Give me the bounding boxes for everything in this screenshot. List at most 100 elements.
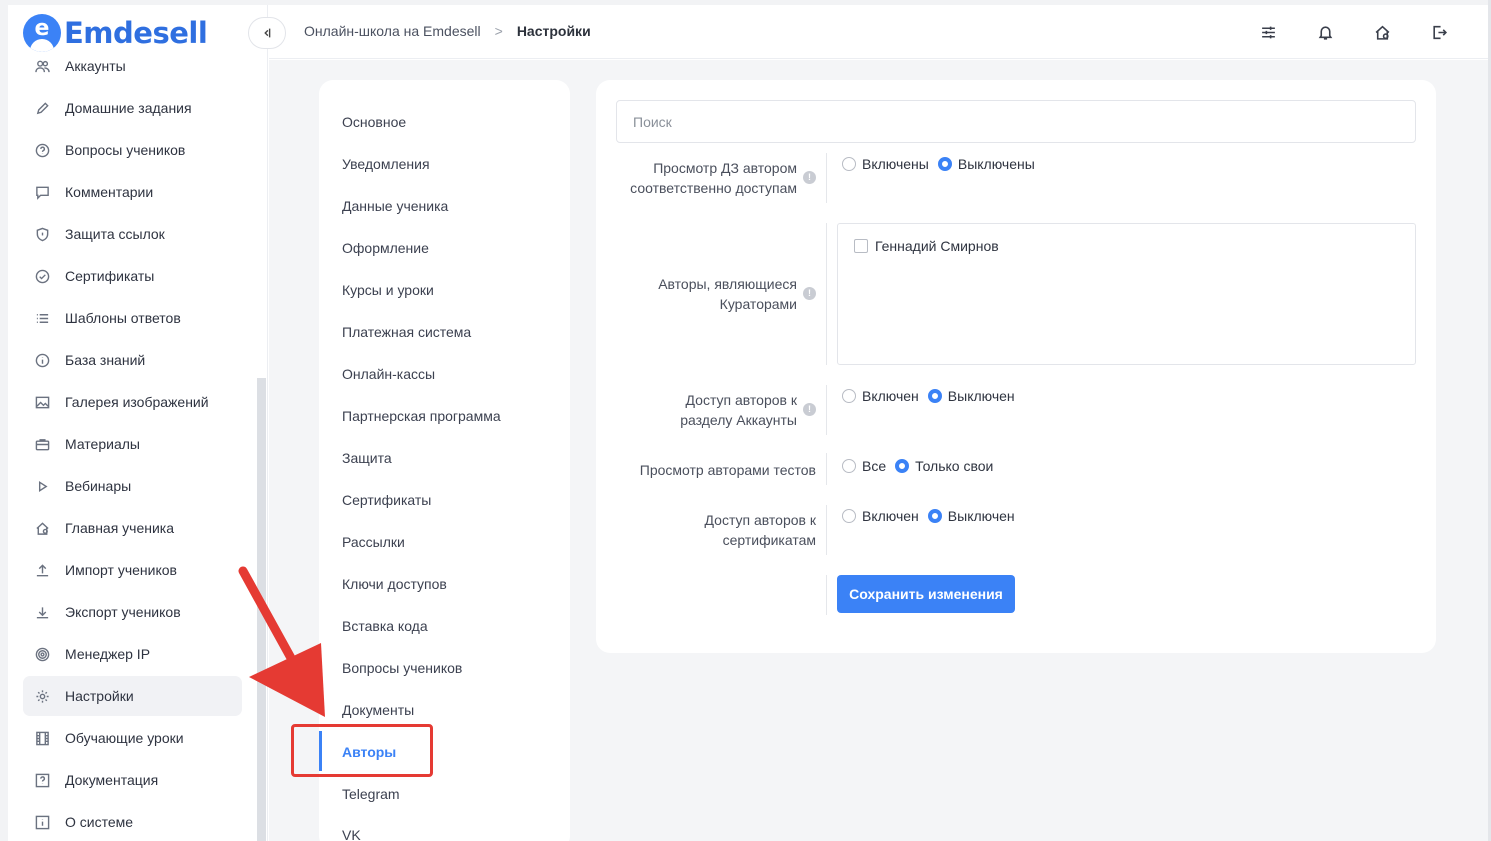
hw-view-radio-group: Включены Выключены — [842, 156, 1044, 172]
curator-authors-label: Авторы, являющиеся Кураторами — [596, 274, 797, 314]
accounts-access-label-line2: разделу Аккаунты — [680, 412, 797, 428]
settings-tab-affiliate[interactable]: Партнерская программа — [342, 406, 501, 426]
sidebar-item-about[interactable]: О системе — [23, 802, 242, 841]
logout-icon[interactable] — [1428, 21, 1450, 43]
divider — [826, 453, 827, 485]
settings-tab-courses[interactable]: Курсы и уроки — [342, 280, 434, 300]
sidebar-item-image-gallery[interactable]: Галерея изображений — [23, 382, 242, 422]
sidebar-item-label: Галерея изображений — [65, 394, 209, 410]
curator-authors-label-line1: Авторы, являющиеся — [658, 276, 797, 292]
cert-access-label-line1: Доступ авторов к — [704, 512, 816, 528]
sidebar-item-accounts[interactable]: Аккаунты — [23, 46, 242, 86]
radio-label: Включен — [862, 388, 919, 404]
sidebar-item-label: Домашние задания — [65, 100, 192, 116]
tests-view-option-all[interactable]: Все — [842, 458, 886, 474]
cert-access-option-off[interactable]: Выключен — [927, 508, 1015, 524]
radio-button-selected[interactable] — [937, 157, 952, 171]
settings-tab-vk[interactable]: VK — [342, 825, 361, 841]
hw-view-option-on[interactable]: Включены — [842, 156, 929, 172]
settings-tab-mailings[interactable]: Рассылки — [342, 532, 405, 552]
radio-button[interactable] — [842, 459, 856, 473]
author-checkbox[interactable] — [854, 239, 868, 253]
settings-tab-design[interactable]: Оформление — [342, 238, 429, 258]
radio-button-selected[interactable] — [927, 389, 942, 403]
settings-tab-student-data[interactable]: Данные ученика — [342, 196, 448, 216]
author-option[interactable]: Геннадий Смирнов — [854, 238, 999, 254]
sidebar-item-label: Материалы — [65, 436, 140, 452]
radio-label: Только свои — [915, 458, 994, 474]
sidebar-item-label: Обучающие уроки — [65, 730, 184, 746]
settings-tab-protection[interactable]: Защита — [342, 448, 392, 468]
divider — [826, 385, 827, 435]
radio-button[interactable] — [842, 389, 856, 403]
settings-tab-online-cash[interactable]: Онлайн-кассы — [342, 364, 435, 384]
sidebar-item-materials[interactable]: Материалы — [23, 424, 242, 464]
breadcrumb-current: Настройки — [516, 23, 591, 39]
settings-tab-documents[interactable]: Документы — [342, 700, 414, 720]
accounts-access-option-on[interactable]: Включен — [842, 388, 919, 404]
accounts-access-radio-group: Включен Выключен — [842, 388, 1024, 404]
hw-view-option-off[interactable]: Выключены — [937, 156, 1035, 172]
sidebar-item-webinars[interactable]: Вебинары — [23, 466, 242, 506]
film-icon — [34, 730, 50, 746]
settings-tab-payment[interactable]: Платежная система — [342, 322, 471, 342]
sidebar-item-link-protection[interactable]: Защита ссылок — [23, 214, 242, 254]
sidebar-item-label: О системе — [65, 814, 134, 830]
tests-view-option-own[interactable]: Только свои — [895, 458, 993, 474]
cert-access-radio-group: Включен Выключен — [842, 508, 1024, 524]
header-actions — [1222, 21, 1450, 43]
info-icon[interactable]: ! — [803, 171, 816, 184]
radio-label: Включен — [862, 508, 919, 524]
breadcrumb-separator: > — [494, 23, 503, 39]
sidebar-item-settings[interactable]: Настройки — [23, 676, 242, 716]
collapse-sidebar-button[interactable] — [248, 17, 286, 49]
breadcrumb: Онлайн-школа на Emdesell > Настройки — [304, 23, 591, 39]
radio-button-selected[interactable] — [895, 459, 910, 473]
sidebar-item-student-questions[interactable]: Вопросы учеников — [23, 130, 242, 170]
info-icon[interactable]: ! — [803, 403, 816, 416]
home-settings-icon[interactable] — [1371, 21, 1393, 43]
search-input[interactable] — [616, 100, 1416, 143]
hw-view-label-line2: соответственно доступам — [630, 180, 797, 196]
sidebar-item-answer-templates[interactable]: Шаблоны ответов — [23, 298, 242, 338]
sidebar-item-documentation[interactable]: Документация — [23, 760, 242, 800]
radio-button[interactable] — [842, 157, 856, 171]
accounts-access-label: Доступ авторов к разделу Аккаунты — [596, 390, 797, 430]
radio-button[interactable] — [842, 509, 856, 523]
settings-tab-student-questions[interactable]: Вопросы учеников — [342, 658, 462, 678]
info-icon[interactable]: ! — [803, 287, 816, 300]
settings-tab-telegram[interactable]: Telegram — [342, 784, 400, 804]
settings-tab-code-insert[interactable]: Вставка кода — [342, 616, 428, 636]
sidebar-item-import-students[interactable]: Импорт учеников — [23, 550, 242, 590]
save-changes-button[interactable]: Сохранить изменения — [837, 575, 1015, 613]
sidebar-item-label: Шаблоны ответов — [65, 310, 181, 326]
sidebar-item-ip-manager[interactable]: Менеджер IP — [23, 634, 242, 674]
sidebar-item-knowledge-base[interactable]: База знаний — [23, 340, 242, 380]
list-icon — [34, 310, 50, 326]
settings-tab-notifications[interactable]: Уведомления — [342, 154, 430, 174]
breadcrumb-root[interactable]: Онлайн-школа на Emdesell — [304, 23, 481, 39]
sidebar-item-label: Аккаунты — [65, 58, 126, 74]
cert-access-option-on[interactable]: Включен — [842, 508, 919, 524]
sidebar-item-export-students[interactable]: Экспорт учеников — [23, 592, 242, 632]
sidebar-item-tutorials[interactable]: Обучающие уроки — [23, 718, 242, 758]
radio-label: Выключен — [947, 388, 1015, 404]
bell-icon[interactable] — [1314, 21, 1336, 43]
sidebar-item-homework[interactable]: Домашние задания — [23, 88, 242, 128]
settings-tab-access-keys[interactable]: Ключи доступов — [342, 574, 447, 594]
sliders-icon[interactable] — [1257, 21, 1279, 43]
briefcase-icon — [34, 436, 50, 452]
settings-tab-certificates[interactable]: Сертификаты — [342, 490, 431, 510]
sidebar-item-certificates[interactable]: Сертификаты — [23, 256, 242, 296]
sidebar-item-label: Защита ссылок — [65, 226, 165, 242]
image-icon — [34, 394, 50, 410]
settings-tab-general[interactable]: Основное — [342, 112, 406, 132]
accounts-access-option-off[interactable]: Выключен — [927, 388, 1015, 404]
tests-view-label: Просмотр авторами тестов — [639, 462, 816, 478]
sidebar-item-student-home[interactable]: Главная ученика — [23, 508, 242, 548]
sidebar-item-comments[interactable]: Комментарии — [23, 172, 242, 212]
info-box-icon — [34, 814, 50, 830]
sidebar-item-label: Сертификаты — [65, 268, 155, 284]
radio-button-selected[interactable] — [927, 509, 942, 523]
radio-label: Все — [862, 458, 887, 474]
